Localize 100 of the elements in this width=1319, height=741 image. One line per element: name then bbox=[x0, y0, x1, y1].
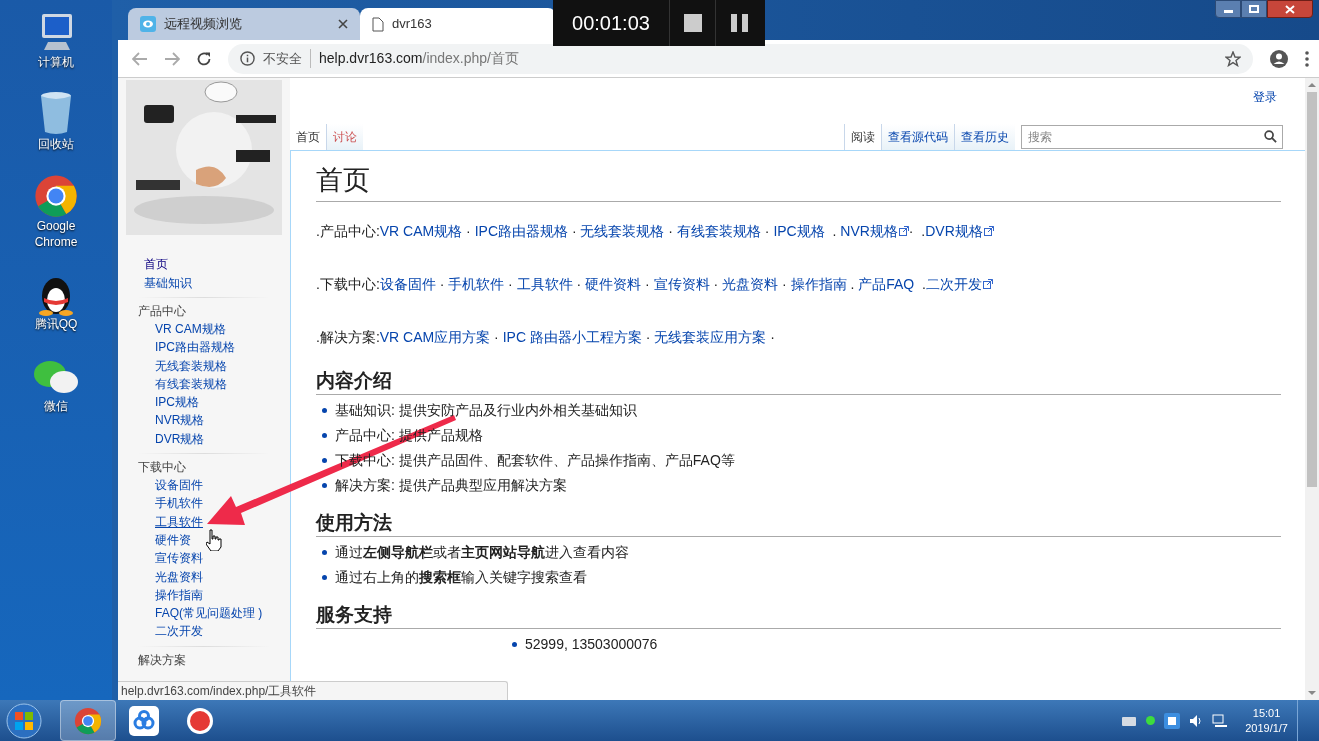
browser-tab[interactable]: 远程视频浏览 bbox=[128, 8, 360, 40]
nav-link[interactable]: IPC路由器规格 bbox=[474, 223, 569, 239]
close-icon[interactable] bbox=[338, 19, 348, 29]
list-item-text: 基础知识: 提供安防产品及行业内外相关基础知识 bbox=[335, 401, 637, 420]
list-item-text: 通过左侧导航栏或者主页网站导航进入查看内容 bbox=[335, 543, 629, 562]
tab-title: dvr163 bbox=[392, 15, 433, 34]
security-label: 不安全 bbox=[263, 48, 311, 69]
sidebar-link[interactable]: IPC规格 bbox=[155, 393, 199, 412]
bullet-icon bbox=[322, 433, 327, 438]
sidebar-link[interactable]: 设备固件 bbox=[155, 476, 203, 495]
navigation-line: .下载中心:设备固件 · 手机软件 · 工具软件 · 硬件资料 · 宣传资料 · 光盘资料 · 操作指南 . 产品FAQ .二次开发 bbox=[316, 273, 1281, 295]
list-item-text: 通过右上角的搜索框输入关键字搜索查看 bbox=[335, 568, 587, 587]
maximize-button[interactable] bbox=[1241, 0, 1267, 18]
url-text: help.dvr163.com/index.php/首页 bbox=[319, 49, 519, 68]
browser-tab[interactable]: dvr163 bbox=[360, 8, 556, 40]
nav-link[interactable]: IPC 路由器小工程方案 bbox=[502, 329, 642, 345]
desktop-icon-label[interactable]: 微信 bbox=[44, 398, 68, 414]
external-link-icon bbox=[898, 226, 909, 236]
chrome-icon bbox=[34, 174, 78, 218]
nav-link[interactable]: 硬件资料 bbox=[585, 276, 642, 292]
address-bar[interactable]: 不安全 help.dvr163.com/index.php/首页 bbox=[228, 43, 1253, 74]
menu-icon[interactable] bbox=[1305, 50, 1309, 67]
keyboard-icon[interactable] bbox=[1121, 714, 1138, 727]
chrome-icon bbox=[74, 706, 102, 735]
external-link-icon bbox=[982, 279, 993, 289]
bookmark-star-icon[interactable] bbox=[1225, 50, 1241, 67]
recycle-bin-icon bbox=[38, 90, 74, 136]
sidebar-link[interactable]: 光盘资料 bbox=[155, 567, 203, 586]
minimize-button[interactable] bbox=[1215, 0, 1241, 18]
app-tray-icon[interactable] bbox=[1164, 712, 1181, 729]
external-link-icon bbox=[983, 226, 994, 236]
recording-timer: 00:01:03 bbox=[571, 11, 651, 36]
sidebar-link[interactable]: 工具软件 bbox=[155, 512, 203, 531]
scrollbar[interactable] bbox=[1305, 78, 1319, 700]
view-tab[interactable]: 查看源代码 bbox=[881, 124, 954, 150]
nav-link[interactable]: 有线套装规格 bbox=[676, 223, 761, 239]
clock-time[interactable]: 15:01 bbox=[1252, 705, 1281, 721]
bullet-icon bbox=[322, 458, 327, 463]
desktop-icon-label[interactable]: 腾讯QQ bbox=[34, 316, 78, 332]
bullet-icon bbox=[322, 575, 327, 580]
navigation-line: .解决方案:VR CAM应用方案 · IPC 路由器小工程方案 · 无线套装应用方案 · bbox=[316, 328, 776, 347]
speaker-icon[interactable] bbox=[1189, 713, 1204, 728]
nav-link[interactable]: DVR规格 bbox=[925, 223, 983, 239]
sidebar-link[interactable]: 宣传资料 bbox=[155, 549, 203, 568]
section-heading: 服务支持 bbox=[316, 602, 1281, 629]
nav-link[interactable]: VR CAM规格 bbox=[379, 223, 463, 239]
list-item-text: 解决方案: 提供产品典型应用解决方案 bbox=[335, 476, 567, 495]
nav-link[interactable]: 无线套装应用方案 bbox=[654, 329, 767, 345]
search-icon[interactable] bbox=[1264, 130, 1277, 143]
document-icon bbox=[372, 16, 384, 32]
sidebar-link[interactable]: 操作指南 bbox=[155, 585, 203, 605]
nav-link[interactable]: 产品FAQ bbox=[858, 276, 915, 292]
sidebar-link[interactable]: 基础知识 bbox=[144, 273, 192, 292]
cloud-app-icon bbox=[129, 705, 159, 736]
list-item-text: 52999, 13503000076 bbox=[525, 635, 658, 654]
bullet-icon bbox=[322, 408, 327, 413]
nav-link[interactable]: 无线套装规格 bbox=[580, 223, 665, 239]
close-button[interactable] bbox=[1267, 0, 1313, 18]
search-field[interactable]: 搜索 bbox=[1021, 125, 1283, 149]
bullet-icon bbox=[322, 483, 327, 488]
nav-link[interactable]: 操作指南 bbox=[790, 276, 847, 292]
sidebar-link[interactable]: 无线套装规格 bbox=[155, 356, 227, 375]
nav-link[interactable]: 手机软件 bbox=[448, 276, 505, 292]
reload-icon[interactable] bbox=[196, 50, 212, 67]
sidebar-link[interactable]: 手机软件 bbox=[155, 494, 203, 513]
nav-link[interactable]: 光盘资料 bbox=[722, 276, 779, 292]
sidebar-link[interactable]: FAQ(常见问题处理 ) bbox=[155, 604, 263, 623]
record-icon bbox=[186, 706, 214, 735]
desktop-icon-label[interactable]: 回收站 bbox=[38, 136, 74, 152]
sidebar-link[interactable]: DVR规格 bbox=[155, 429, 205, 449]
sidebar-link[interactable]: 有线套装规格 bbox=[155, 374, 227, 394]
navigation-line: .产品中心:VR CAM规格 · IPC路由器规格 · 无线套装规格 · 有线套装规格 · IPC规格 . NVR规格 · .DVR规格 bbox=[316, 220, 1281, 242]
nav-link[interactable]: IPC规格 bbox=[773, 223, 825, 239]
desktop-icon-label[interactable]: 计算机 bbox=[38, 54, 74, 70]
sidebar-link[interactable]: IPC路由器规格 bbox=[155, 338, 235, 357]
section-heading: 使用方法 bbox=[316, 510, 1281, 537]
start-button[interactable] bbox=[4, 700, 44, 741]
nav-link[interactable]: 工具软件 bbox=[516, 276, 573, 292]
sidebar-link[interactable]: VR CAM规格 bbox=[155, 320, 226, 339]
status-bubble: help.dvr163.com/index.php/工具软件 bbox=[118, 681, 508, 700]
bullet-icon bbox=[512, 642, 517, 647]
nav-link[interactable]: 宣传资料 bbox=[653, 276, 710, 292]
desktop-icon-label[interactable]: Google Chrome bbox=[21, 218, 91, 250]
nav-link[interactable]: NVR规格 bbox=[840, 223, 898, 239]
page-title: 首页 bbox=[316, 161, 1281, 202]
info-icon bbox=[240, 51, 255, 66]
view-tab[interactable]: 查看历史 bbox=[954, 124, 1015, 150]
sidebar-heading: 产品中心 bbox=[138, 303, 187, 320]
nav-link[interactable]: 设备固件 bbox=[379, 276, 436, 292]
bullet-icon bbox=[322, 550, 327, 555]
eye-icon bbox=[140, 16, 156, 32]
account-icon[interactable] bbox=[1269, 48, 1289, 69]
sidebar-link[interactable]: 硬件资 bbox=[155, 530, 191, 550]
sidebar-link[interactable]: 首页 bbox=[144, 255, 168, 274]
clock-date[interactable]: 2019/1/7 bbox=[1245, 720, 1288, 736]
network-icon[interactable] bbox=[1212, 713, 1229, 728]
sidebar-link[interactable]: NVR规格 bbox=[155, 411, 205, 430]
sidebar-link[interactable]: 二次开发 bbox=[155, 622, 203, 641]
sidebar-heading: 解决方案 bbox=[138, 651, 187, 669]
sidebar-heading: 下载中心 bbox=[138, 459, 187, 477]
